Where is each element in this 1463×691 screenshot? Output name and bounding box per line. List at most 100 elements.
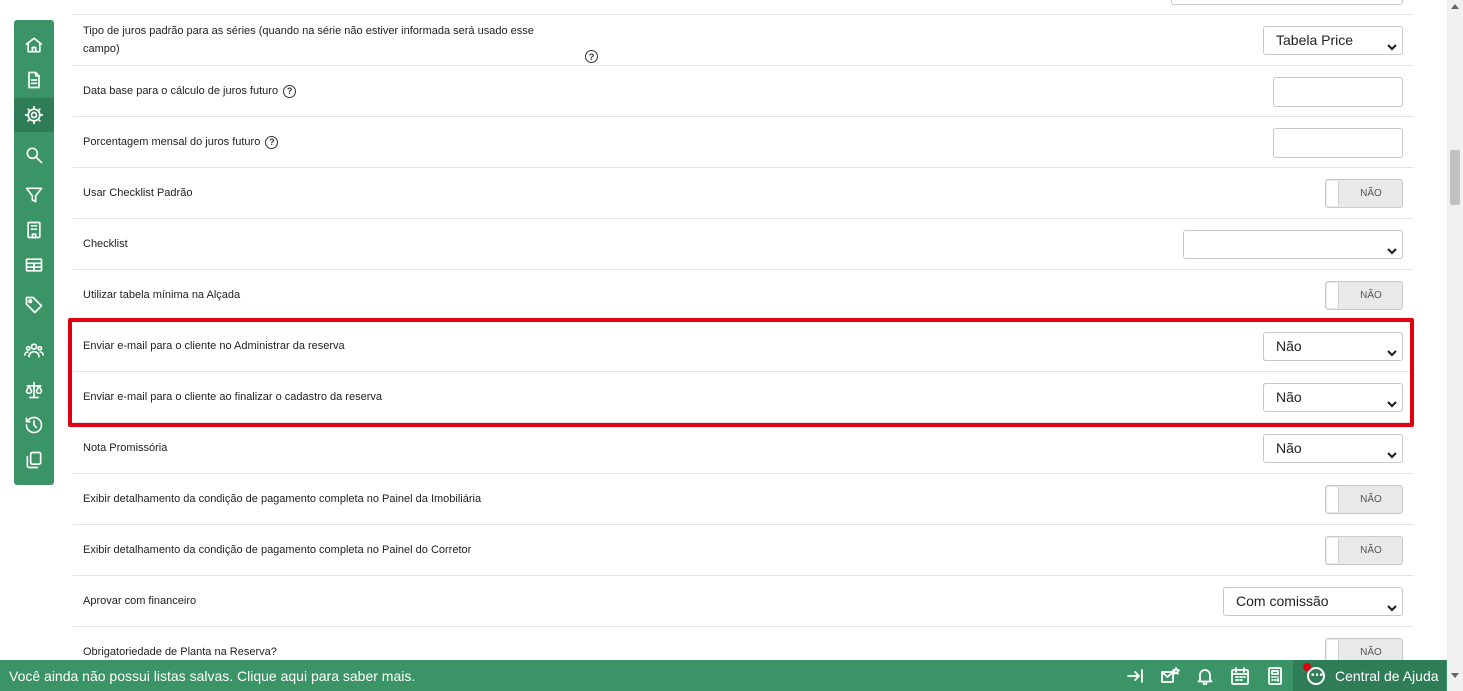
setting-label: Utilizar tabela mínima na Alçada	[83, 289, 241, 301]
approve-financial-select[interactable]: Com comissão	[1223, 587, 1403, 616]
base-date-input[interactable]	[1273, 77, 1403, 107]
scale-icon	[25, 381, 43, 399]
toggle-state: NÃO	[1360, 494, 1382, 505]
email-finalize-select[interactable]: Não	[1263, 383, 1403, 412]
sidebar-item-documents[interactable]	[14, 63, 54, 97]
min-table-toggle[interactable]: NÃO	[1325, 281, 1403, 310]
bell-icon[interactable]	[1195, 667, 1215, 686]
setting-label: Exibir detalhamento da condição de pagam…	[83, 493, 482, 505]
setting-row-detail-broker: Exibir detalhamento da condição de pagam…	[73, 525, 1413, 576]
toggle-knob	[1327, 283, 1339, 308]
setting-label: Exibir detalhamento da condição de pagam…	[83, 544, 472, 556]
copy-icon	[26, 451, 42, 469]
setting-row-promissory: Nota Promissória Não	[73, 423, 1413, 474]
setting-row-approve-financial: Aprovar com financeiro Com comissão	[73, 576, 1413, 627]
setting-row-checklist: Checklist	[73, 219, 1413, 270]
document-icon	[28, 71, 40, 89]
chevron-down-icon	[1386, 341, 1398, 357]
mail-star-icon[interactable]	[1160, 667, 1180, 685]
detail-broker-toggle[interactable]: NÃO	[1325, 536, 1403, 565]
collapse-right-icon[interactable]	[1125, 667, 1145, 685]
toggle-state: NÃO	[1360, 647, 1382, 658]
setting-label: Enviar e-mail para o cliente ao finaliza…	[83, 391, 382, 403]
scroll-down-arrow-icon[interactable]	[1451, 673, 1459, 678]
interest-type-select[interactable]: Tabela Price	[1263, 26, 1403, 55]
sidebar-item-tables[interactable]	[14, 248, 54, 282]
setting-label: Obrigatoriedade de Planta na Reserva?	[83, 646, 277, 658]
scroll-thumb[interactable]	[1450, 150, 1460, 205]
setting-label: Checklist	[83, 238, 128, 250]
toggle-state: NÃO	[1360, 545, 1382, 556]
select-value: Não	[1276, 389, 1302, 405]
setting-label: Porcentagem mensal do juros futuro?	[83, 133, 279, 151]
setting-label: Usar Checklist Padrão	[83, 187, 193, 199]
toggle-knob	[1327, 640, 1339, 660]
bottom-bar: Você ainda não possui listas salvas. Cli…	[0, 660, 1463, 691]
building-icon	[27, 221, 41, 239]
scrollbar-bottom[interactable]	[1447, 660, 1463, 691]
sidebar-item-legal[interactable]	[14, 373, 54, 407]
help-center-button[interactable]: • • • Central de Ajuda	[1293, 660, 1446, 691]
monthly-percent-input[interactable]	[1273, 128, 1403, 158]
calendar-icon[interactable]	[1230, 667, 1250, 685]
scroll-up-arrow-icon[interactable]	[1451, 4, 1459, 9]
sidebar-item-search[interactable]	[14, 138, 54, 172]
toggle-state: NÃO	[1360, 188, 1382, 199]
notification-dot-icon	[1303, 663, 1311, 671]
chevron-down-icon	[1386, 239, 1398, 255]
sidebar-item-copy[interactable]	[14, 443, 54, 477]
saved-lists-message[interactable]: Você ainda não possui listas salvas. Cli…	[9, 668, 415, 684]
sidebar-item-settings[interactable]	[14, 98, 54, 132]
chevron-down-icon	[1386, 443, 1398, 459]
promissory-select[interactable]: Não	[1263, 434, 1403, 463]
setting-row-min-table: Utilizar tabela mínima na Alçada NÃO	[73, 270, 1413, 321]
help-center-label: Central de Ajuda	[1335, 668, 1439, 684]
sidebar-item-buildings[interactable]	[14, 213, 54, 247]
setting-label: Enviar e-mail para o cliente no Administ…	[83, 340, 345, 352]
floorplan-required-toggle[interactable]: NÃO	[1325, 638, 1403, 660]
setting-row-default-checklist: Usar Checklist Padrão NÃO	[73, 168, 1413, 219]
setting-label: Aprovar com financeiro	[83, 595, 197, 607]
setting-label: Nota Promissória	[83, 442, 168, 454]
help-icon[interactable]: ?	[265, 135, 279, 149]
history-icon	[25, 416, 43, 434]
setting-row-monthly-percent: Porcentagem mensal do juros futuro?	[73, 117, 1413, 168]
toggle-knob	[1327, 487, 1339, 512]
select-value: Tabela Price	[1276, 32, 1354, 48]
select-value: Com comissão	[1236, 593, 1329, 609]
setting-row-floorplan-required: Obrigatoriedade de Planta na Reserva? NÃ…	[73, 627, 1413, 660]
search-icon	[26, 147, 43, 164]
setting-row-email-admin: Enviar e-mail para o cliente no Administ…	[73, 321, 1413, 372]
gear-icon	[24, 105, 44, 125]
sidebar-item-home[interactable]	[14, 28, 54, 62]
default-checklist-toggle[interactable]: NÃO	[1325, 179, 1403, 208]
email-admin-select[interactable]: Não	[1263, 332, 1403, 361]
table-icon	[25, 258, 43, 272]
settings-panel: Tipo de juros padrão para as séries (qua…	[73, 0, 1413, 660]
setting-row-detail-agency: Exibir detalhamento da condição de pagam…	[73, 474, 1413, 525]
help-icon[interactable]: ?	[283, 84, 297, 98]
chevron-down-icon	[1386, 596, 1398, 612]
sidebar-item-tags[interactable]	[14, 288, 54, 322]
home-icon	[25, 37, 43, 53]
chevron-down-icon	[1386, 35, 1398, 51]
users-icon	[24, 343, 44, 358]
setting-label: Tipo de juros padrão para as séries (qua…	[83, 25, 534, 55]
filter-icon	[25, 187, 43, 203]
sidebar-item-users[interactable]	[14, 333, 54, 367]
sidebar	[14, 20, 54, 485]
vertical-scrollbar[interactable]	[1447, 0, 1463, 660]
sidebar-item-filter[interactable]	[14, 178, 54, 212]
select-value: Não	[1276, 338, 1302, 354]
help-icon[interactable]: ?	[585, 50, 598, 63]
row-divider-top	[73, 0, 1413, 15]
calculator-icon[interactable]	[1265, 667, 1285, 685]
tag-icon	[25, 296, 43, 314]
setting-label: Data base para o cálculo de juros futuro…	[83, 82, 297, 100]
toggle-state: NÃO	[1360, 290, 1382, 301]
checklist-select[interactable]	[1183, 230, 1403, 259]
detail-agency-toggle[interactable]: NÃO	[1325, 485, 1403, 514]
sidebar-item-history[interactable]	[14, 408, 54, 442]
toggle-knob	[1327, 538, 1339, 563]
select-value: Não	[1276, 440, 1302, 456]
